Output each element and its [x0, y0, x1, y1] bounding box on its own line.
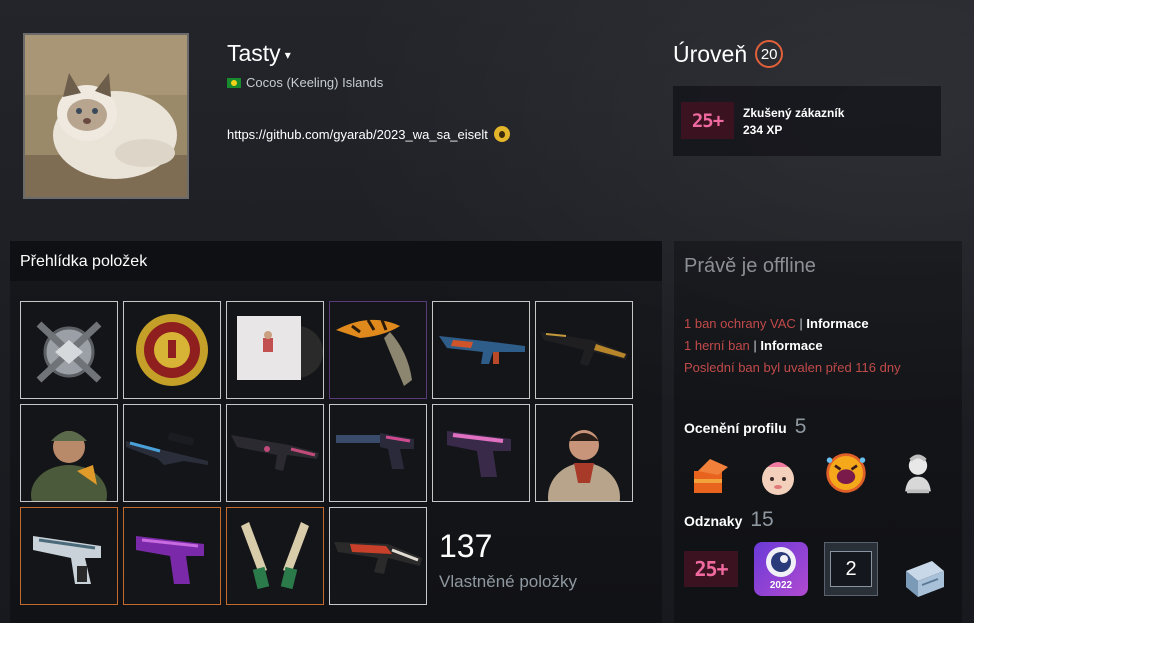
showcase-item[interactable]	[535, 301, 633, 399]
rifle-m4-icon	[231, 435, 319, 471]
separator: |	[799, 316, 803, 331]
bust-statue-award-icon[interactable]	[896, 451, 940, 495]
showcase-title: Přehlídka položek	[20, 253, 148, 270]
items-count-label[interactable]: Vlastněné položky	[439, 572, 577, 592]
showcase-item[interactable]	[20, 404, 118, 502]
showcase-item[interactable]	[432, 404, 530, 502]
vac-ban-row: 1 ban ochrany VAC | Informace	[684, 316, 869, 331]
pistol-purple-icon	[136, 536, 204, 584]
badges-title: Odznaky	[684, 513, 743, 529]
agent-soldier-icon	[31, 431, 107, 501]
years-badge-icon: 25+	[681, 102, 734, 139]
dual-pistols-icon	[241, 522, 309, 590]
deagle-icon	[33, 536, 101, 584]
vac-ban-text: 1 ban ochrany VAC	[684, 316, 796, 331]
knife-icon	[336, 319, 412, 386]
persona-name-text: Tasty	[227, 40, 281, 66]
xp-title: Zkušený zákazník	[743, 106, 845, 120]
summary-link[interactable]: https://github.com/gyarab/2023_wa_sa_eis…	[227, 127, 488, 142]
cat-avatar-image	[25, 35, 187, 197]
awards-header[interactable]: Ocenění profilu 5	[684, 415, 806, 439]
xp-badge-box[interactable]: 25+ Zkušený zákazník 234 XP	[673, 86, 941, 156]
flag-icon	[227, 77, 241, 88]
badge-level-number: 2	[830, 551, 872, 587]
treasure-chest-award-icon[interactable]	[688, 455, 732, 499]
level-badge[interactable]: 20	[755, 40, 784, 68]
showcase-item[interactable]	[329, 404, 427, 502]
xp-value: 234 XP	[743, 123, 783, 137]
game-ban-info-link[interactable]: Informace	[760, 338, 822, 353]
showcase-item[interactable]	[432, 301, 530, 399]
game-ban-row: 1 herní ban | Informace	[684, 338, 823, 353]
coin-medal-icon	[136, 314, 208, 386]
music-kit-icon	[237, 316, 323, 380]
vac-ban-info-link[interactable]: Informace	[806, 316, 868, 331]
chevron-down-icon[interactable]: ▾	[285, 48, 291, 62]
items-count[interactable]: 137	[439, 528, 492, 565]
laughing-face-award-icon[interactable]	[824, 451, 868, 495]
showcase-item[interactable]	[20, 507, 118, 605]
last-ban-text: Poslední ban byl uvalen před 116 dny	[684, 360, 901, 375]
emoticon-icon	[493, 126, 510, 142]
agent-man-icon	[548, 430, 620, 501]
mail-box-badge-icon[interactable]	[898, 549, 952, 603]
steam-replay-badge[interactable]: 2022	[754, 542, 808, 596]
avatar[interactable]	[23, 33, 189, 199]
profile-summary: https://github.com/gyarab/2023_wa_sa_eis…	[227, 126, 510, 142]
showcase-item[interactable]	[226, 404, 324, 502]
rifle-blue-icon	[439, 336, 525, 364]
sniper-icon	[126, 432, 208, 465]
showcase-item[interactable]	[329, 301, 427, 399]
item-showcase: Přehlídka položek 137 Vlastněné položky	[10, 241, 662, 623]
persona-name[interactable]: Tasty ▾	[227, 40, 291, 67]
pistol-pink-icon	[447, 431, 511, 477]
silver-medal-icon	[36, 321, 102, 383]
level-label: Úroveň	[673, 40, 748, 67]
game-collector-badge[interactable]: 2	[824, 542, 878, 596]
xp-info: Zkušený zákazník 234 XP	[743, 105, 844, 139]
showcase-header: Přehlídka položek	[10, 241, 662, 281]
showcase-item[interactable]	[123, 301, 221, 399]
profile-sidebar: Právě je offline 1 ban ochrany VAC | Inf…	[674, 241, 962, 623]
badges-header[interactable]: Odznaky 15	[684, 508, 774, 532]
showcase-item[interactable]	[20, 301, 118, 399]
showcase-item[interactable]	[329, 507, 427, 605]
showcase-item[interactable]	[535, 404, 633, 502]
level-header: Úroveň 20	[673, 40, 784, 68]
showcase-item[interactable]	[226, 507, 324, 605]
awards-title: Ocenění profilu	[684, 420, 787, 436]
location-text: Cocos (Keeling) Islands	[246, 75, 384, 90]
profile-page: Tasty ▾ Cocos (Keeling) Islands https://g…	[0, 0, 974, 623]
location: Cocos (Keeling) Islands	[227, 75, 383, 90]
awards-count: 5	[794, 415, 807, 438]
badge-year-label: 2022	[769, 580, 793, 591]
showcase-item[interactable]	[123, 507, 221, 605]
years-service-badge[interactable]: 25+	[684, 551, 738, 587]
pistol-silenced-icon	[336, 433, 414, 469]
game-ban-text: 1 herní ban	[684, 338, 750, 353]
rifle-ak-icon	[540, 332, 628, 366]
rifle-red-icon	[334, 542, 422, 574]
showcase-item[interactable]	[226, 301, 324, 399]
steam-icon	[766, 547, 796, 577]
separator: |	[753, 338, 757, 353]
online-status: Právě je offline	[684, 255, 816, 277]
baby-face-award-icon[interactable]	[756, 455, 800, 499]
badges-count: 15	[750, 508, 774, 531]
showcase-item[interactable]	[123, 404, 221, 502]
